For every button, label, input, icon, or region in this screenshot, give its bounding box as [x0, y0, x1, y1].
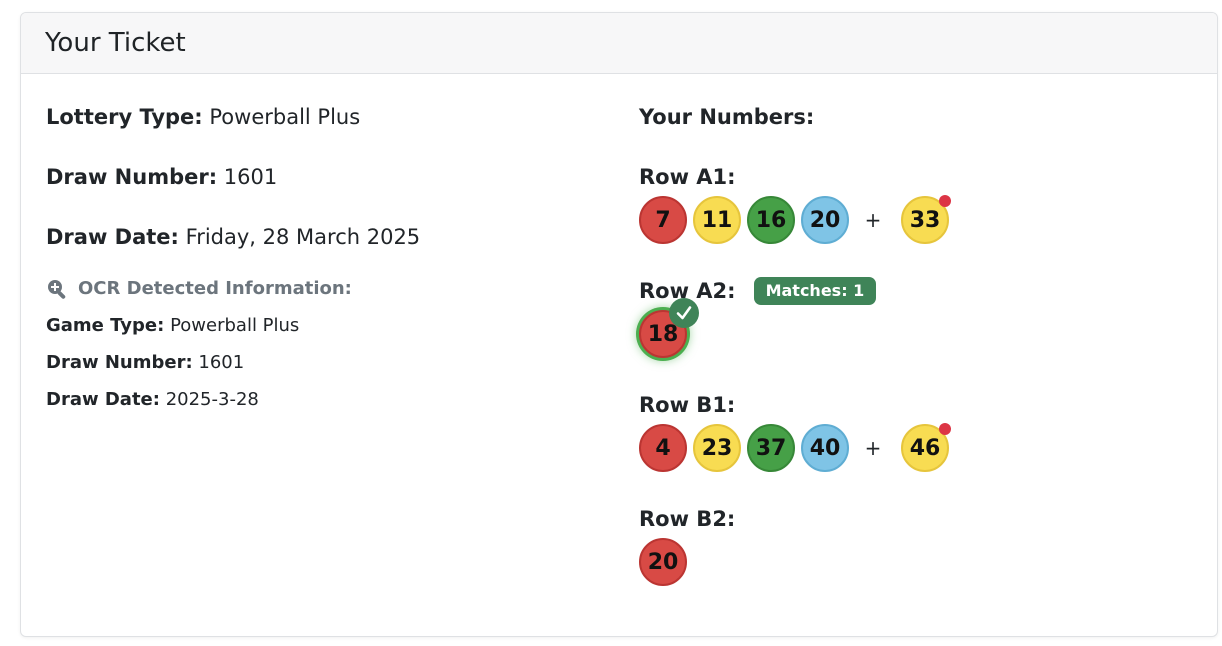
row-a2: Row A2: Matches: 1 18	[639, 277, 1199, 391]
bonus-ball-number: 33	[909, 207, 941, 233]
number-ball: 20	[801, 196, 849, 244]
row-label: Row A2: Matches: 1	[639, 277, 1199, 305]
card-title: Your Ticket	[45, 28, 186, 58]
row-label: Row A1:	[639, 165, 736, 189]
ocr-draw-date-value: 2025-3-28	[165, 389, 259, 410]
number-ball: 11	[693, 196, 741, 244]
plus-separator: +	[864, 208, 882, 232]
bonus-ball: 46	[901, 423, 951, 472]
ball-list: 4 23 37 40 + 46	[639, 423, 1199, 473]
card-header: Your Ticket	[21, 13, 1217, 74]
row-label: Row B2:	[639, 507, 736, 531]
number-ball: 20	[639, 538, 687, 586]
ball-list: 7 11 16 20 + 33	[639, 195, 1199, 245]
number-ball: 40	[801, 424, 849, 472]
ticket-details: Lottery Type: Powerball Plus Draw Number…	[46, 103, 606, 412]
matches-badge: Matches: 1	[753, 277, 877, 305]
ocr-draw-number-label: Draw Number:	[46, 352, 193, 373]
search-plus-icon	[46, 278, 68, 300]
plus-separator: +	[864, 436, 882, 460]
ticket-card: Your Ticket Lottery Type: Powerball Plus…	[20, 12, 1218, 637]
bonus-ball-number: 46	[909, 435, 941, 461]
lottery-type-value: Powerball Plus	[209, 105, 361, 129]
check-icon	[669, 298, 699, 328]
ocr-heading: OCR Detected Information:	[46, 277, 606, 301]
number-ball: 4	[639, 424, 687, 472]
ocr-game-type-label: Game Type:	[46, 315, 165, 336]
number-ball: 16	[747, 196, 795, 244]
draw-number-label: Draw Number:	[46, 165, 218, 189]
ocr-game-type: Game Type: Powerball Plus	[46, 314, 606, 338]
lottery-type: Lottery Type: Powerball Plus	[46, 103, 606, 131]
ocr-draw-number-value: 1601	[198, 352, 245, 373]
ocr-heading-text: OCR Detected Information:	[78, 278, 352, 299]
row-a1: Row A1: 7 11 16 20 + 33	[639, 163, 1199, 277]
draw-number-value: 1601	[223, 165, 278, 189]
row-label: Row B1:	[639, 393, 736, 417]
bonus-dot-icon	[939, 423, 951, 435]
draw-date-label: Draw Date:	[46, 225, 179, 249]
your-numbers-heading: Your Numbers:	[639, 105, 815, 129]
your-numbers: Your Numbers: Row A1: 7 11 16 20 + 33 Ro…	[639, 103, 1199, 595]
ocr-draw-date: Draw Date: 2025-3-28	[46, 388, 606, 412]
row-b1: Row B1: 4 23 37 40 + 46	[639, 391, 1199, 505]
draw-date-value: Friday, 28 March 2025	[185, 225, 421, 249]
matched-number-ball: 18	[639, 298, 699, 358]
bonus-dot-icon	[939, 195, 951, 207]
number-ball: 37	[747, 424, 795, 472]
lottery-type-label: Lottery Type:	[46, 105, 203, 129]
ocr-draw-number: Draw Number: 1601	[46, 351, 606, 375]
row-b2: Row B2: 20	[639, 505, 1199, 595]
ball-number: 18	[647, 321, 679, 347]
ball-list: 18	[639, 298, 1199, 359]
draw-number: Draw Number: 1601	[46, 163, 606, 191]
ball-list: 20	[639, 537, 1199, 587]
ocr-game-type-value: Powerball Plus	[170, 315, 300, 336]
number-ball: 23	[693, 424, 741, 472]
draw-date: Draw Date: Friday, 28 March 2025	[46, 223, 606, 251]
number-ball: 7	[639, 196, 687, 244]
bonus-ball: 33	[901, 195, 951, 244]
ocr-draw-date-label: Draw Date:	[46, 389, 160, 410]
